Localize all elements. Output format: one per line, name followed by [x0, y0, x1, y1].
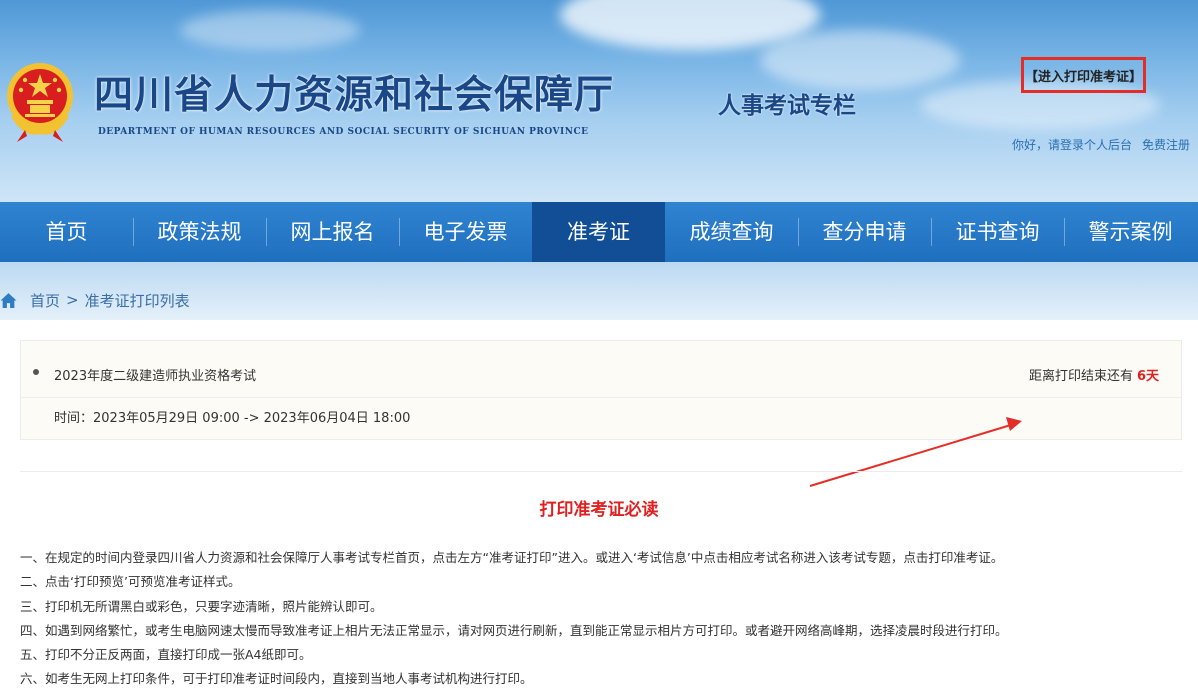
bullet-icon — [33, 369, 39, 375]
nav-item-warning-cases[interactable]: 警示案例 — [1064, 202, 1197, 262]
nav-item-score-query[interactable]: 成绩查询 — [665, 202, 798, 262]
breadcrumb-current[interactable]: 准考证打印列表 — [85, 290, 190, 311]
countdown: 距离打印结束还有 6天 — [1029, 365, 1159, 384]
exam-time: 时间：2023年05月29日 09:00 -> 2023年06月04日 18:0… — [54, 411, 411, 426]
login-link[interactable]: 你好，请登录个人后台 — [1012, 138, 1132, 152]
nav-item-score-review[interactable]: 查分申请 — [798, 202, 931, 262]
notice-title: 打印准考证必读 — [539, 500, 659, 520]
nav-item-admission-ticket[interactable]: 准考证 — [532, 202, 665, 262]
countdown-days: 6天 — [1136, 369, 1159, 384]
site-title: 四川省人力资源和社会保障厅 — [94, 72, 615, 118]
notice-item: 三、打印机无所谓黑白或彩色，只要字迹清晰，照片能辨认即可。 — [20, 598, 383, 614]
nav-item-e-invoice[interactable]: 电子发票 — [399, 202, 532, 262]
nav-item-home[interactable]: 首页 — [0, 202, 133, 262]
site-header: 四川省人力资源和社会保障厅 DEPARTMENT OF HUMAN RESOUR… — [0, 0, 1198, 202]
national-emblem-icon — [7, 63, 73, 142]
user-links: 你好，请登录个人后台 免费注册 — [1012, 136, 1190, 153]
nav-item-policy[interactable]: 政策法规 — [133, 202, 266, 262]
nav-item-certificate-query[interactable]: 证书查询 — [931, 202, 1064, 262]
card-divider — [21, 397, 1181, 398]
enter-print-admission-button[interactable]: 【进入打印准考证】 — [1021, 57, 1146, 93]
breadcrumb-home-link[interactable]: 首页 — [30, 290, 60, 311]
cloud-decoration — [760, 30, 960, 90]
nav-item-online-registration[interactable]: 网上报名 — [266, 202, 399, 262]
breadcrumb-separator: > — [66, 291, 79, 309]
cloud-decoration — [180, 10, 360, 50]
notice-list: 一、在规定的时间内登录四川省人力资源和社会保障厅人事考试专栏首页，点击左方“准考… — [20, 546, 1008, 692]
notice-item: 五、打印不分正反两面，直接打印成一张A4纸即可。 — [20, 647, 312, 663]
exam-card: 2023年度二级建造师执业资格考试 距离打印结束还有 6天 时间：2023年05月… — [20, 340, 1182, 440]
site-title-english: DEPARTMENT OF HUMAN RESOURCES AND SOCIAL… — [98, 127, 589, 137]
notice-item: 二、点击‘打印预览’可预览准考证样式。 — [20, 574, 241, 590]
home-icon — [0, 292, 17, 308]
breadcrumb: 首页 > 准考证打印列表 — [0, 289, 190, 311]
register-link[interactable]: 免费注册 — [1142, 138, 1190, 152]
column-title: 人事考试专栏 — [718, 92, 856, 119]
countdown-label: 距离打印结束还有 — [1028, 369, 1133, 384]
exam-name[interactable]: 2023年度二级建造师执业资格考试 — [54, 365, 256, 384]
main-nav: 首页 政策法规 网上报名 电子发票 准考证 成绩查询 查分申请 证书查询 警示案… — [0, 202, 1198, 262]
notice-item: 四、如遇到网络繁忙，或考生电脑网速太慢而导致准考证上相片无法正常显示，请对网页进… — [20, 622, 1008, 638]
notice-item: 一、在规定的时间内登录四川省人力资源和社会保障厅人事考试专栏首页，点击左方“准考… — [20, 550, 1004, 565]
section-divider — [20, 471, 1182, 472]
notice-item: 六、如考生无网上打印条件，可于打印准考证时间段内，直接到当地人事考试机构进行打印… — [20, 671, 533, 687]
